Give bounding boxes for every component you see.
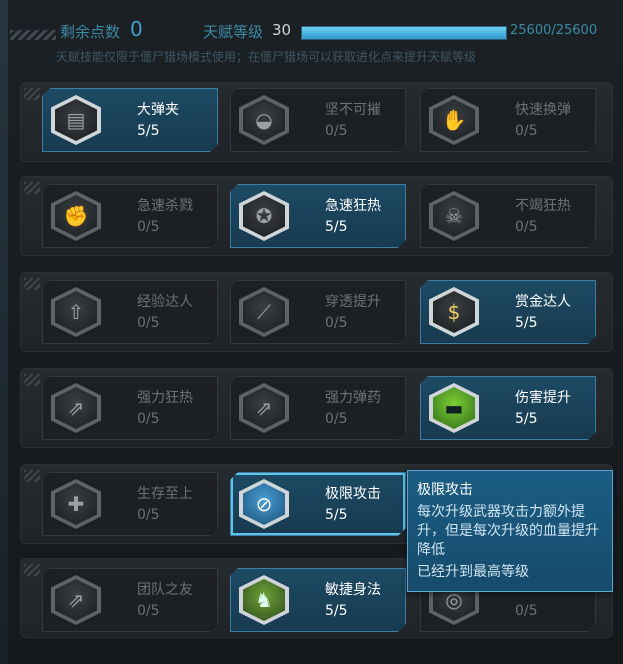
ammo-up-icon: ⇗: [243, 387, 285, 429]
talent-name: 急速杀戮: [137, 198, 193, 214]
header-stripes: [10, 30, 56, 40]
talent-card-penetration[interactable]: ⟋ 穿透提升 0/5: [230, 280, 406, 344]
talent-level: 0/5: [137, 411, 160, 427]
talent-level: 0/5: [137, 219, 160, 235]
talent-name: 敏捷身法: [325, 582, 381, 598]
talent-level: 0/5: [325, 411, 348, 427]
xp-progress-bar: [301, 26, 507, 40]
row-stripe: [24, 374, 40, 386]
knife-hand-icon: ✊: [55, 195, 97, 237]
talent-card-rapid-frenzy[interactable]: ✪ 急速狂热 5/5: [230, 184, 406, 248]
talent-name: 极限攻击: [325, 486, 381, 502]
talent-level: 0/5: [137, 315, 160, 331]
talent-panel: 剩余点数 0 天赋等级 30 25600/25600 天赋技能仅限于僵尸猎场模式…: [0, 0, 623, 664]
row-stripe: [24, 564, 40, 576]
talent-name: 强力弹药: [325, 390, 381, 406]
talent-level: 0/5: [515, 603, 538, 619]
talent-level: 5/5: [325, 603, 348, 619]
gun-icon: ▬: [433, 387, 475, 429]
magazine-icon: ▤: [55, 99, 97, 141]
talent-card-magazine[interactable]: ▤ 大弹夹 5/5: [42, 88, 218, 152]
xp-progress-fill: [302, 27, 506, 39]
talent-card-power-ammo[interactable]: ⇗ 强力弹药 0/5: [230, 376, 406, 440]
talent-level: 0/5: [515, 123, 538, 139]
talent-level: 5/5: [515, 411, 538, 427]
talent-card-rapid-kill[interactable]: ✊ 急速杀戮 0/5: [42, 184, 218, 248]
left-decoration: [0, 0, 8, 664]
talent-tooltip: 极限攻击 每次升级武器攻击力额外提升，但是每次升级的血量提升降低 已经升到最高等…: [407, 470, 613, 592]
talent-name: 伤害提升: [515, 390, 571, 406]
talent-level-label: 天赋等级: [203, 23, 264, 41]
talent-name: 快速换弹: [515, 102, 571, 118]
talent-card-bounty-master[interactable]: $ 赏金达人 5/5: [420, 280, 596, 344]
exp-up-icon: ⇧: [55, 291, 97, 333]
talent-name: 坚不可摧: [325, 102, 381, 118]
talent-card-exp-master[interactable]: ⇧ 经验达人 0/5: [42, 280, 218, 344]
penetration-icon: ⟋: [243, 291, 285, 333]
talent-level: 5/5: [137, 123, 160, 139]
helmet-icon: ◒: [243, 99, 285, 141]
talent-level-value: 30: [272, 21, 292, 39]
remaining-points-label: 剩余点数: [60, 23, 121, 41]
talent-level: 5/5: [325, 507, 348, 523]
talent-level: 0/5: [515, 219, 538, 235]
talent-level: 0/5: [137, 603, 160, 619]
talent-level: 5/5: [325, 219, 348, 235]
tooltip-status: 已经升到最高等级: [417, 564, 529, 580]
talent-name: 生存至上: [137, 486, 193, 502]
talent-card-team-friend[interactable]: ⇗ 团队之友 0/5: [42, 568, 218, 632]
tooltip-description: 每次升级武器攻击力额外提升，但是每次升级的血量提升降低: [417, 504, 599, 558]
reload-hand-icon: ✋: [433, 99, 475, 141]
talent-level: 0/5: [325, 315, 348, 331]
row-stripe: [24, 182, 40, 194]
talent-hint: 天赋技能仅限于僵尸猎场模式使用；在僵尸猎场可以获取进化点来提升天赋等级: [56, 50, 477, 64]
power-up-icon: ⇗: [55, 387, 97, 429]
talent-header: 剩余点数 0 天赋等级 30 25600/25600: [10, 12, 616, 46]
extreme-attack-icon: ⊘: [243, 483, 285, 525]
talent-card-damage-up[interactable]: ▬ 伤害提升 5/5: [420, 376, 596, 440]
talent-name: 大弹夹: [137, 102, 179, 118]
team-gun-icon: ⇗: [55, 579, 97, 621]
talent-name: 经验达人: [137, 294, 193, 310]
talent-name: 穿透提升: [325, 294, 381, 310]
talent-name: 赏金达人: [515, 294, 571, 310]
talent-card-agility[interactable]: ♞ 敏捷身法 5/5: [230, 568, 406, 632]
remaining-points-value: 0: [130, 17, 143, 41]
talent-card-power-frenzy[interactable]: ⇗ 强力狂热 0/5: [42, 376, 218, 440]
medic-cross-icon: ✚: [55, 483, 97, 525]
talent-card-extreme-attack[interactable]: ⊘ 极限攻击 5/5: [230, 472, 406, 536]
talent-name: 团队之友: [137, 582, 193, 598]
xp-text: 25600/25600: [510, 23, 598, 38]
talent-card-indestructible[interactable]: ◒ 坚不可摧 0/5: [230, 88, 406, 152]
talent-level: 0/5: [325, 123, 348, 139]
talent-name: 急速狂热: [325, 198, 381, 214]
row-stripe: [24, 278, 40, 290]
talent-level: 5/5: [515, 315, 538, 331]
speed-badge-icon: ✪: [243, 195, 285, 237]
talent-name: 强力狂热: [137, 390, 193, 406]
talent-card-fast-reload[interactable]: ✋ 快速换弹 0/5: [420, 88, 596, 152]
dollar-icon: $: [433, 291, 475, 333]
tooltip-title: 极限攻击: [417, 482, 473, 498]
skull-icon: ☠: [433, 195, 475, 237]
talent-level: 0/5: [137, 507, 160, 523]
row-stripe: [24, 470, 40, 482]
talent-card-endless-frenzy[interactable]: ☠ 不竭狂热 0/5: [420, 184, 596, 248]
talent-name: 不竭狂热: [515, 198, 571, 214]
talent-card-survival[interactable]: ✚ 生存至上 0/5: [42, 472, 218, 536]
agility-icon: ♞: [243, 579, 285, 621]
row-stripe: [24, 88, 40, 100]
